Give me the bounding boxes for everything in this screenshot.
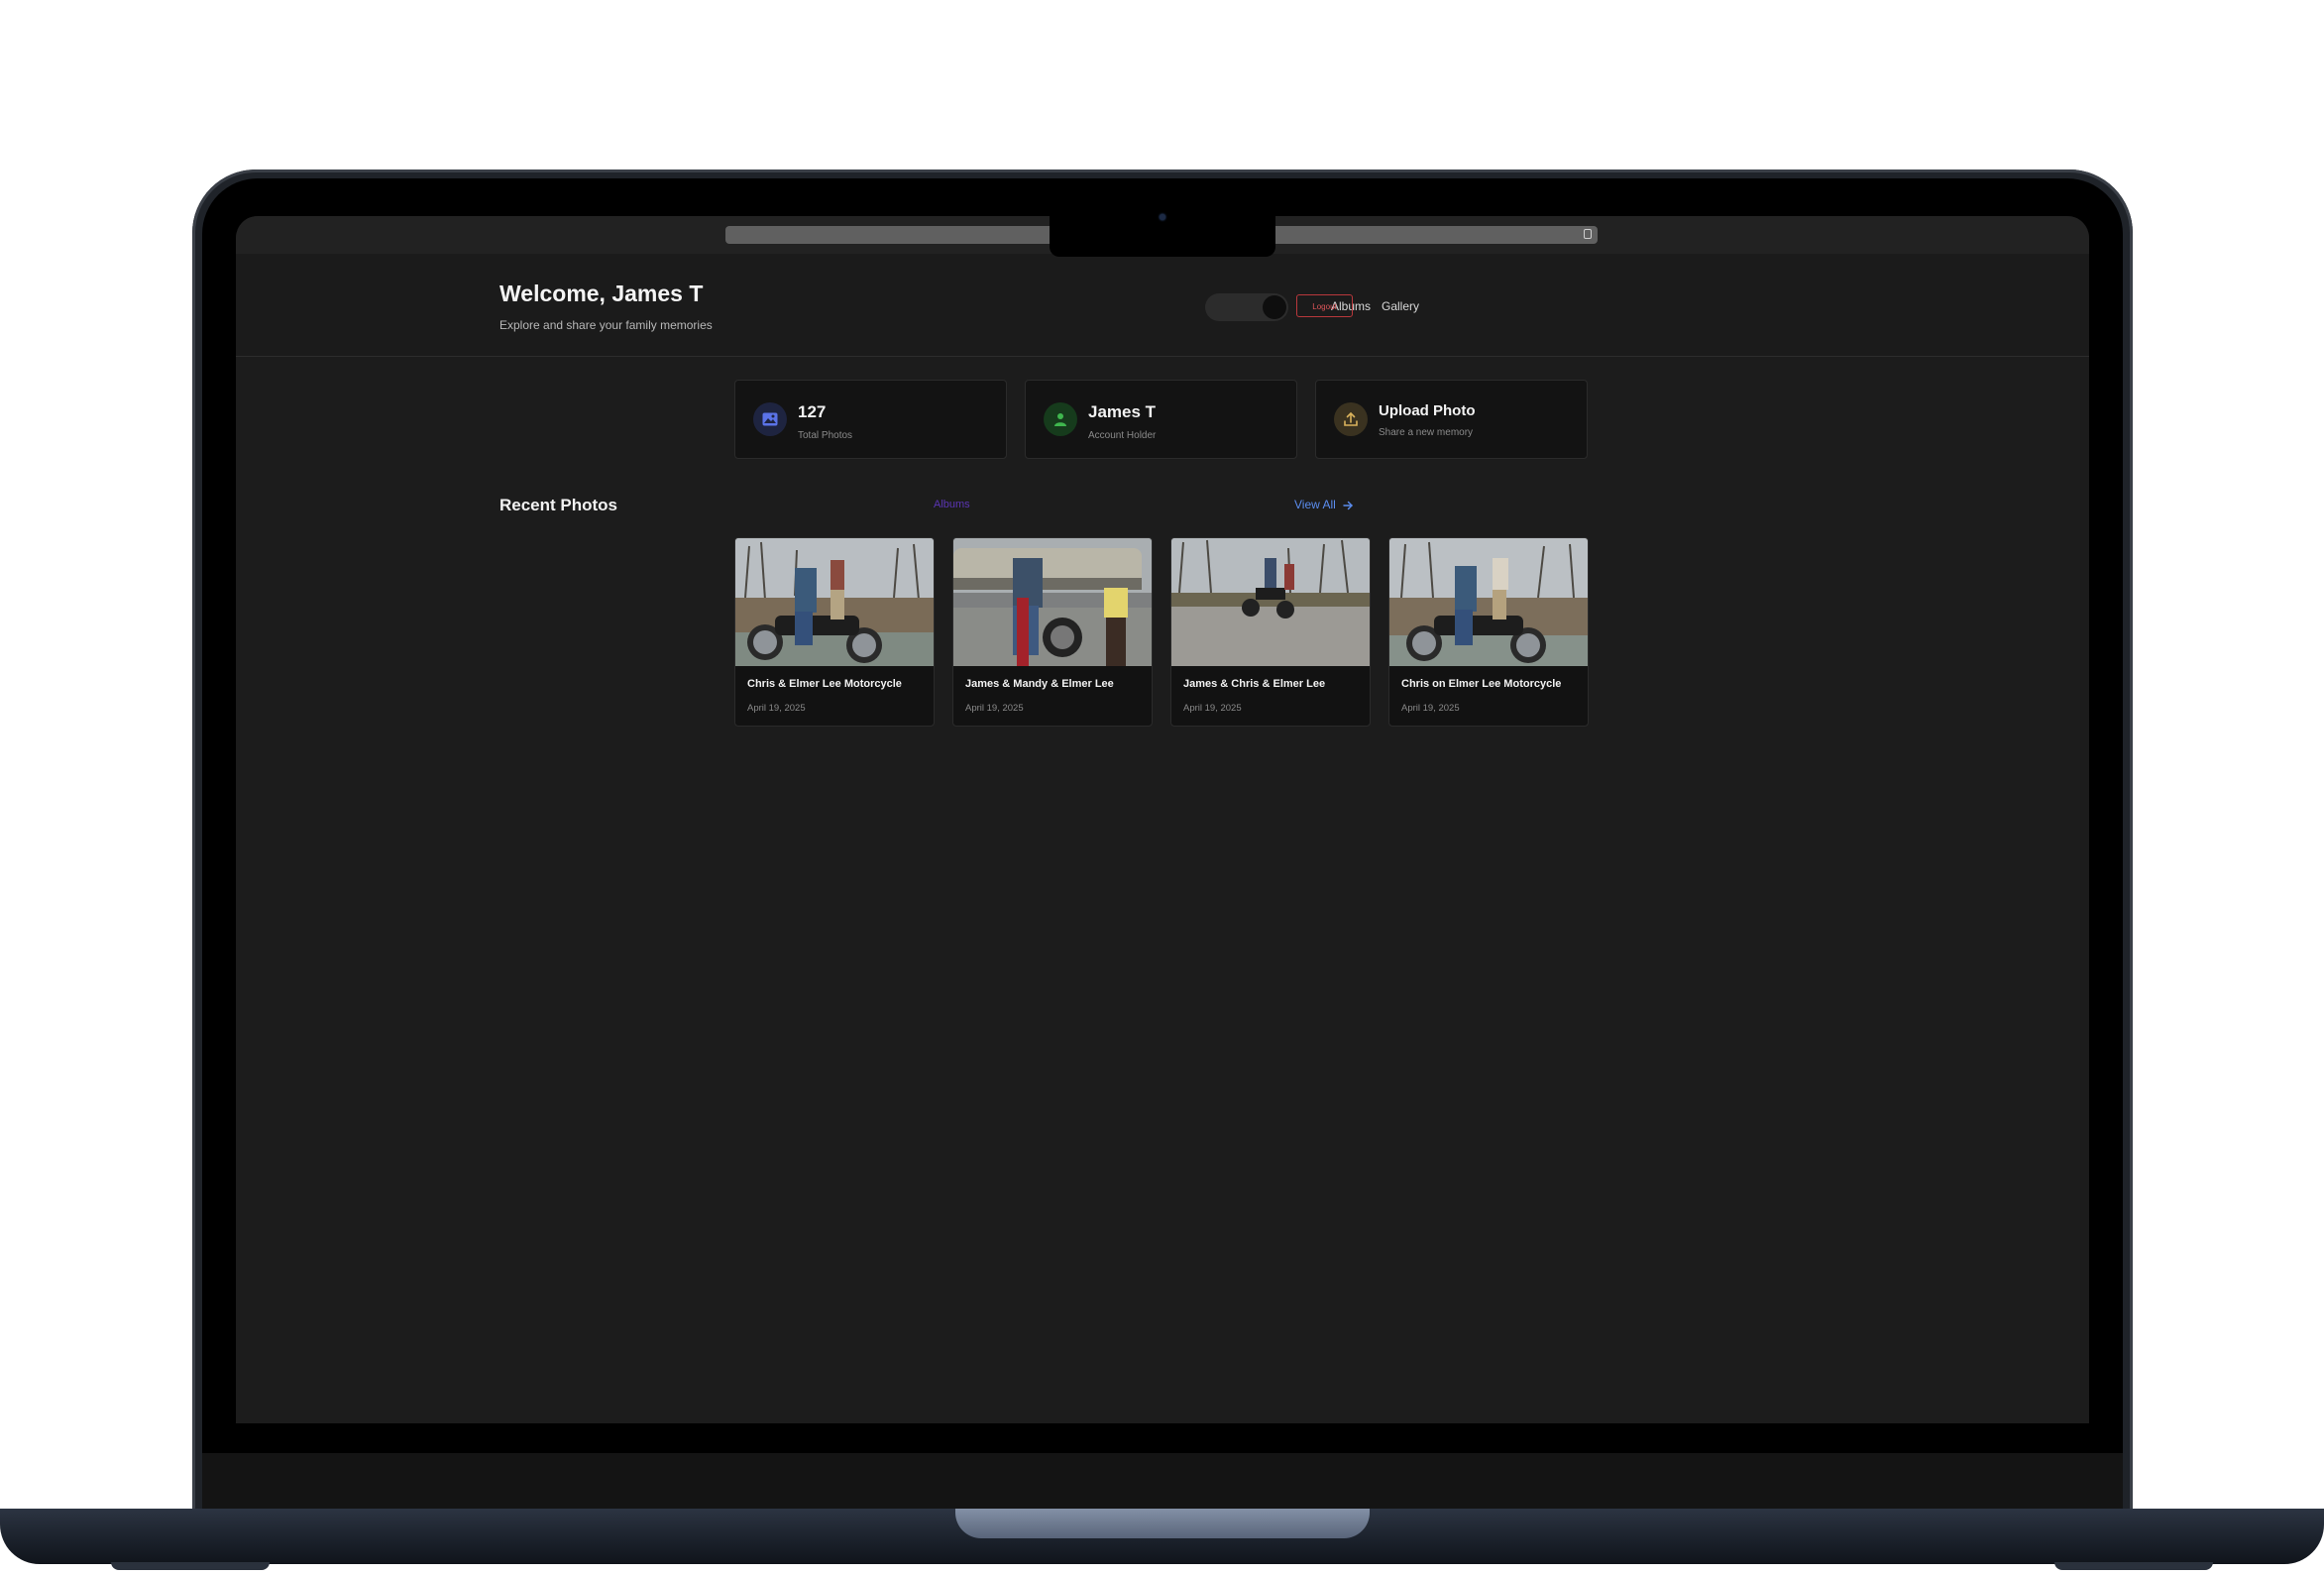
page-title: Welcome, James T — [499, 281, 704, 306]
recent-photos-heading: Recent Photos — [499, 496, 618, 514]
photo-date: April 19, 2025 — [1401, 703, 1460, 714]
photo-title: James & Mandy & Elmer Lee — [965, 678, 1114, 690]
photo-date: April 19, 2025 — [965, 703, 1024, 714]
upload-icon — [1334, 402, 1368, 436]
user-icon — [1044, 402, 1077, 436]
account-holder-label: Account Holder — [1088, 430, 1157, 441]
photo-card[interactable]: Chris & Elmer Lee Motorcycle April 19, 2… — [734, 537, 935, 727]
photo-card[interactable]: Chris on Elmer Lee Motorcycle April 19, … — [1388, 537, 1589, 727]
camera-icon — [1160, 214, 1165, 220]
account-name-value: James T — [1088, 402, 1157, 421]
stat-card-total-photos: 127 Total Photos — [734, 380, 1007, 459]
photo-date: April 19, 2025 — [1183, 703, 1242, 714]
upload-photo-title: Upload Photo — [1379, 402, 1476, 419]
nav-gallery-link[interactable]: Gallery — [1382, 299, 1419, 313]
photo-title: James & Chris & Elmer Lee — [1183, 678, 1326, 690]
photo-thumbnail — [1171, 538, 1370, 666]
photo-title: Chris on Elmer Lee Motorcycle — [1401, 678, 1562, 690]
laptop-foot-right — [2054, 1562, 2213, 1570]
photo-card[interactable]: James & Chris & Elmer Lee April 19, 2025 — [1170, 537, 1371, 727]
photo-thumbnail — [953, 538, 1152, 666]
photo-thumbnail — [1389, 538, 1588, 666]
laptop-foot-left — [111, 1562, 270, 1570]
photo-date: April 19, 2025 — [747, 703, 806, 714]
toggle-knob — [1263, 295, 1286, 319]
photo-card[interactable]: James & Mandy & Elmer Lee April 19, 2025 — [952, 537, 1153, 727]
lock-icon — [1584, 229, 1592, 239]
photo-title: Chris & Elmer Lee Motorcycle — [747, 678, 902, 690]
image-icon — [753, 402, 787, 436]
upload-photo-card[interactable]: Upload Photo Share a new memory — [1315, 380, 1588, 459]
albums-link[interactable]: Albums — [934, 499, 970, 510]
laptop-hinge-notch — [955, 1509, 1370, 1538]
upload-photo-subtitle: Share a new memory — [1379, 427, 1474, 438]
arrow-right-icon — [1343, 501, 1354, 510]
camera-notch — [1050, 216, 1275, 257]
view-all-link[interactable]: View All — [1294, 498, 1354, 511]
theme-toggle[interactable] — [1205, 293, 1288, 321]
logout-button[interactable]: Logout — [1296, 294, 1353, 317]
page-subtitle: Explore and share your family memories — [499, 318, 713, 332]
stat-card-account: James T Account Holder — [1025, 380, 1297, 459]
view-all-label: View All — [1294, 498, 1336, 511]
photo-thumbnail — [735, 538, 934, 666]
laptop-chin — [202, 1453, 2123, 1513]
total-photos-label: Total Photos — [798, 430, 853, 441]
total-photos-value: 127 — [798, 402, 827, 421]
